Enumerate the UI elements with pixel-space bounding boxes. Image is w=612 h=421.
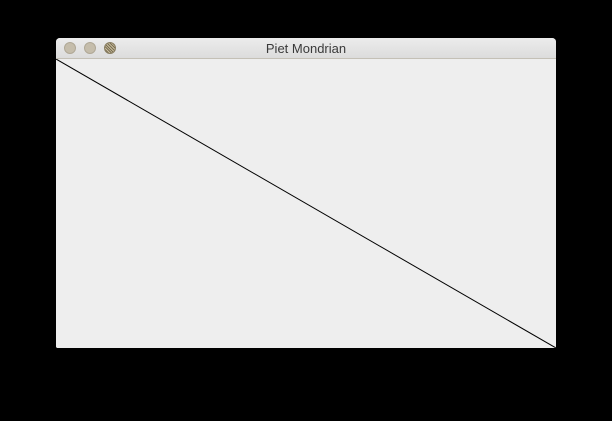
desktop: Piet Mondrian [0,0,612,421]
drawing-canvas[interactable] [56,59,556,348]
title-bar[interactable]: Piet Mondrian [56,38,556,59]
app-window: Piet Mondrian [56,38,556,348]
diagonal-line [56,59,556,348]
canvas-drawing [56,59,556,348]
window-title: Piet Mondrian [265,41,347,56]
